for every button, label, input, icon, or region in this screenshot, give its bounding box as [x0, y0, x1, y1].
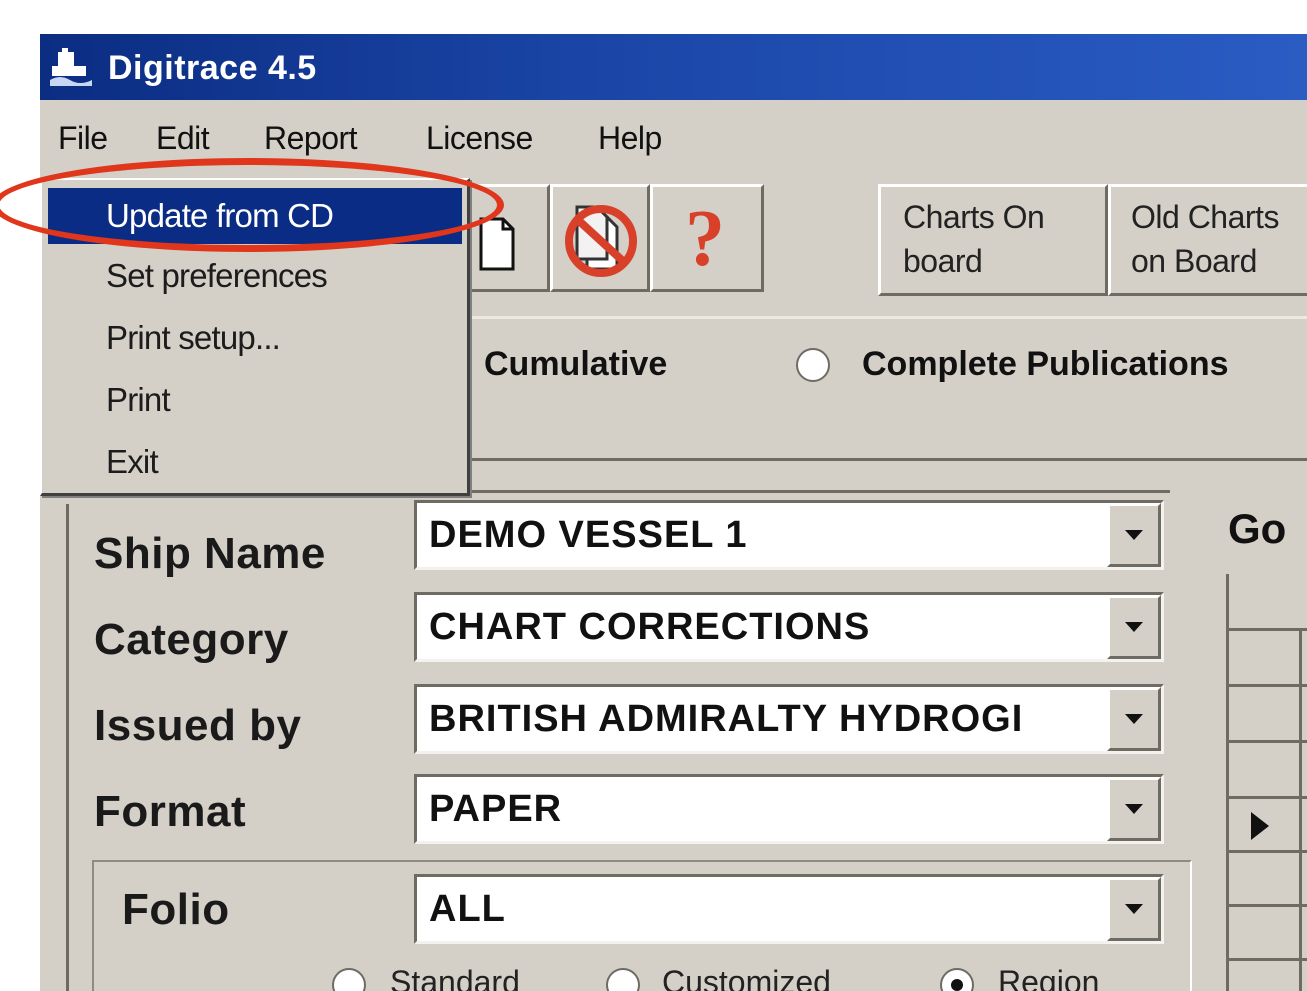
annotation-ellipse	[0, 158, 504, 252]
chevron-down-icon	[1125, 530, 1143, 540]
results-grid[interactable]	[1226, 574, 1307, 991]
help-question-icon: ?	[685, 195, 725, 283]
ship-name-label: Ship Name	[94, 529, 326, 578]
divider	[460, 316, 1307, 319]
charts-on-board-button[interactable]: Charts On board	[878, 184, 1108, 296]
help-button[interactable]: ?	[650, 184, 764, 292]
menu-item-print[interactable]: Print	[48, 372, 462, 428]
grid-row-line	[1229, 904, 1307, 907]
menu-help[interactable]: Help	[598, 118, 662, 158]
format-value: PAPER	[429, 788, 563, 830]
digitrace-app-icon	[50, 48, 92, 86]
issued-by-value: BRITISH ADMIRALTY HYDROGI	[429, 698, 1024, 740]
chevron-down-icon	[1125, 622, 1143, 632]
folio-value: ALL	[429, 888, 506, 930]
folio-select[interactable]: ALL	[414, 874, 1164, 944]
ship-name-dropdown-button[interactable]	[1107, 503, 1161, 567]
old-charts-line2: on Board	[1131, 243, 1257, 279]
ship-name-select[interactable]: DEMO VESSEL 1	[414, 500, 1164, 570]
chevron-down-icon	[1125, 714, 1143, 724]
category-value: CHART CORRECTIONS	[429, 606, 871, 648]
chevron-down-icon	[1125, 904, 1143, 914]
grid-row-line	[1229, 684, 1307, 687]
format-label: Format	[94, 787, 247, 836]
grid-row-line	[1229, 796, 1307, 799]
category-select[interactable]: CHART CORRECTIONS	[414, 592, 1164, 662]
window-title: Digitrace 4.5	[108, 49, 317, 87]
folio-dropdown-button[interactable]	[1107, 877, 1161, 941]
menu-item-print-setup[interactable]: Print setup...	[48, 310, 462, 366]
menu-item-exit[interactable]: Exit	[48, 434, 462, 490]
issued-by-label: Issued by	[94, 701, 302, 750]
ship-name-value: DEMO VESSEL 1	[429, 514, 748, 556]
menu-report[interactable]: Report	[264, 118, 358, 158]
cancel-documents-button[interactable]	[550, 184, 650, 292]
grid-row-line	[1229, 850, 1307, 853]
grid-row-line	[1229, 958, 1307, 961]
customized-label[interactable]: Customized	[662, 962, 831, 991]
format-dropdown-button[interactable]	[1107, 777, 1161, 841]
format-select[interactable]: PAPER	[414, 774, 1164, 844]
issued-by-select[interactable]: BRITISH ADMIRALTY HYDROGI	[414, 684, 1164, 754]
divider	[460, 458, 1307, 461]
old-charts-on-board-button[interactable]: Old Charts on Board	[1108, 184, 1307, 296]
grid-row-line	[1229, 628, 1307, 631]
go-label: Go	[1228, 505, 1287, 552]
menu-license[interactable]: License	[426, 118, 533, 158]
complete-publications-radio[interactable]	[796, 348, 830, 382]
panel-left-border	[66, 504, 69, 991]
menu-edit[interactable]: Edit	[156, 118, 210, 158]
region-label[interactable]: Region	[998, 962, 1099, 991]
menu-file[interactable]: File	[58, 118, 108, 158]
chevron-down-icon	[1125, 804, 1143, 814]
old-charts-line1: Old Charts	[1131, 199, 1279, 235]
row-pointer-icon	[1251, 812, 1269, 840]
category-label: Category	[94, 615, 289, 664]
cancel-documents-icon	[565, 205, 637, 277]
standard-label[interactable]: Standard	[390, 962, 520, 991]
charts-on-board-line2: board	[903, 243, 983, 279]
menu-item-set-preferences[interactable]: Set preferences	[48, 248, 462, 304]
grid-row-line	[1229, 740, 1307, 743]
complete-publications-label[interactable]: Complete Publications	[862, 344, 1229, 384]
grid-column-line	[1299, 628, 1302, 991]
cumulative-option-label[interactable]: Cumulative	[484, 344, 667, 384]
document-icon	[479, 217, 515, 271]
issued-by-dropdown-button[interactable]	[1107, 687, 1161, 751]
title-bar[interactable]: Digitrace 4.5	[40, 34, 1307, 100]
folio-label: Folio	[122, 885, 230, 934]
charts-on-board-line1: Charts On	[903, 199, 1045, 235]
category-dropdown-button[interactable]	[1107, 595, 1161, 659]
